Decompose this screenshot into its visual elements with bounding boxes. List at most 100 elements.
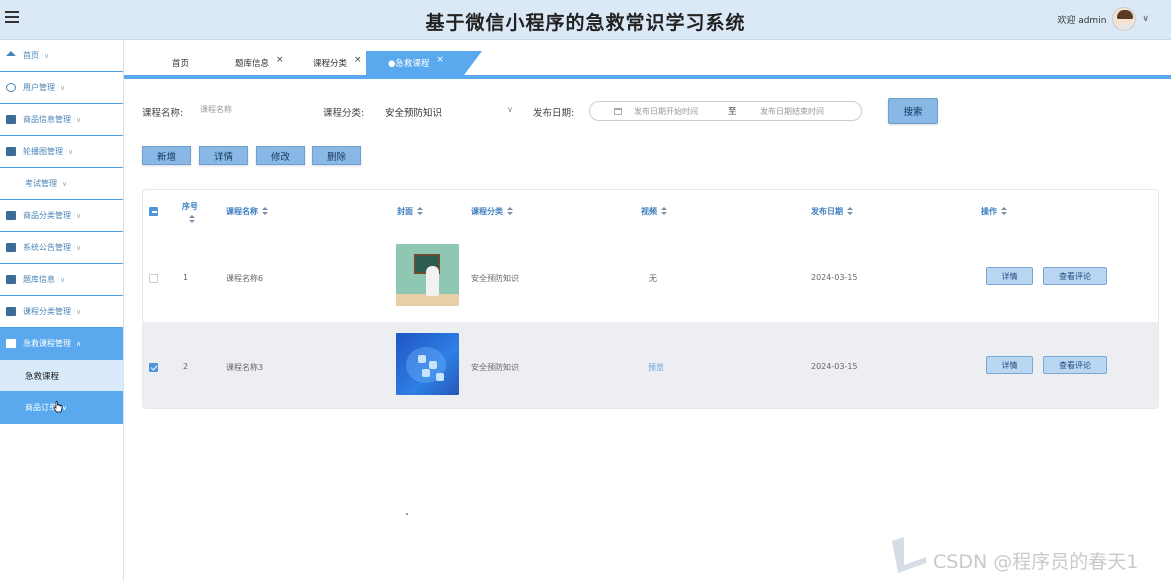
cover-illustration xyxy=(436,373,444,381)
row-checkbox[interactable] xyxy=(149,274,158,283)
select-all-checkbox[interactable] xyxy=(149,207,158,216)
video-preview-link[interactable]: 预览 xyxy=(648,362,664,373)
search-button[interactable]: 搜索 xyxy=(888,98,938,124)
detail-button[interactable]: 详情 xyxy=(199,146,248,165)
sidebar-item-course-categories[interactable]: 课程分类管理 ∨ xyxy=(0,296,123,328)
column-category[interactable]: 课程分类 xyxy=(471,206,513,217)
row-detail-button[interactable]: 详情 xyxy=(986,267,1033,285)
course-table: 序号 课程名称 封面 课程分类 视频 发布日期 操作 1 课程名称6 安全预防知… xyxy=(142,189,1159,409)
tab-first-aid-courses[interactable]: ●急救课程 × xyxy=(366,51,482,75)
column-video-label: 视频 xyxy=(641,207,657,216)
cover-image[interactable] xyxy=(396,333,459,395)
cell-name: 课程名称3 xyxy=(226,363,264,372)
sort-icon[interactable] xyxy=(189,215,195,223)
sidebar-item-users[interactable]: 用户管理 ∨ xyxy=(0,72,123,104)
image-icon xyxy=(6,147,16,156)
chevron-down-icon: ∨ xyxy=(44,51,50,60)
table-row[interactable]: 1 课程名称6 安全预防知识 无 2024-03-15 详情 查看评论 xyxy=(143,233,1158,321)
sidebar-item-label: 课程分类管理 xyxy=(23,307,71,316)
publish-date-range-input[interactable]: 发布日期开始时间 至 发布日期结束时间 xyxy=(589,101,862,121)
top-header: 基于微信小程序的急救常识学习系统 欢迎 admin ∨ xyxy=(0,0,1171,40)
sidebar-subitem-first-aid-course[interactable]: 急救课程 xyxy=(0,360,123,392)
chevron-down-icon: ∨ xyxy=(76,115,82,124)
cover-illustration xyxy=(422,369,430,377)
sidebar-item-announcements[interactable]: 系统公告管理 ∨ xyxy=(0,232,123,264)
cell-category: 安全预防知识 xyxy=(471,274,519,283)
tab-question-bank[interactable]: 题库信息 × xyxy=(235,51,284,75)
column-ops[interactable]: 操作 xyxy=(981,206,1007,217)
user-area[interactable]: 欢迎 admin ∨ xyxy=(1057,5,1149,33)
tab-course-categories[interactable]: 课程分类 × xyxy=(313,51,362,75)
row-detail-button[interactable]: 详情 xyxy=(986,356,1033,374)
table-icon xyxy=(6,339,16,348)
tab-underline xyxy=(124,75,1171,79)
cell-index: 2 xyxy=(183,362,189,371)
date-start-input[interactable]: 发布日期开始时间 xyxy=(634,106,698,117)
row-checkbox[interactable] xyxy=(149,363,158,372)
sidebar-item-label: 系统公告管理 xyxy=(23,243,71,252)
column-video[interactable]: 视频 xyxy=(641,206,667,217)
table-row[interactable]: 2 课程名称3 安全预防知识 预览 2024-03-15 详情 查看评论 xyxy=(143,322,1158,408)
sort-icon[interactable] xyxy=(262,207,268,215)
column-date[interactable]: 发布日期 xyxy=(811,206,853,217)
view-comments-button[interactable]: 查看评论 xyxy=(1043,356,1107,374)
sidebar-item-label: 急救课程 xyxy=(25,371,60,382)
sidebar-item-label: 商品信息管理 xyxy=(23,115,71,124)
tab-label: 课程分类 xyxy=(313,59,348,69)
column-index[interactable]: 序号 xyxy=(182,200,198,226)
course-category-select[interactable]: 安全预防知识 ∨ xyxy=(385,105,513,119)
tab-home[interactable]: 首页 xyxy=(172,51,189,75)
home-icon xyxy=(6,51,16,56)
cover-illustration xyxy=(418,355,426,363)
sidebar-item-products[interactable]: 商品信息管理 ∨ xyxy=(0,104,123,136)
column-cover[interactable]: 封面 xyxy=(397,206,423,217)
chevron-down-icon[interactable]: ∨ xyxy=(1142,14,1149,24)
sidebar-item-first-aid-courses[interactable]: 急救课程管理 ∧ xyxy=(0,328,123,360)
sidebar: 首页 ∨ 用户管理 ∨ 商品信息管理 ∨ 轮播图管理 ∨ 考试管理 ∨ 商品分类… xyxy=(0,40,124,581)
edit-button[interactable]: 修改 xyxy=(256,146,305,165)
cell-category: 安全预防知识 xyxy=(471,363,519,372)
avatar[interactable] xyxy=(1112,7,1137,31)
watermark: CSDN @程序员的春天1 xyxy=(933,551,1139,573)
column-name[interactable]: 课程名称 xyxy=(226,206,268,217)
cell-date: 2024-03-15 xyxy=(811,273,858,282)
sort-icon[interactable] xyxy=(661,207,667,215)
tab-label: 首页 xyxy=(172,59,190,69)
add-button[interactable]: 新增 xyxy=(142,146,191,165)
sidebar-item-exams[interactable]: 考试管理 ∨ xyxy=(0,168,123,200)
column-ops-label: 操作 xyxy=(981,207,997,216)
sidebar-item-home[interactable]: 首页 ∨ xyxy=(0,40,123,72)
book-icon xyxy=(6,275,16,284)
close-icon[interactable]: × xyxy=(354,55,362,65)
chevron-down-icon: ∨ xyxy=(76,307,82,316)
search-form: 课程名称: 课程名称 课程分类: 安全预防知识 ∨ 发布日期: 发布日期开始时间… xyxy=(142,98,962,124)
view-comments-button[interactable]: 查看评论 xyxy=(1043,267,1107,285)
hand-cursor-icon xyxy=(53,401,63,413)
user-icon xyxy=(6,83,16,92)
calendar-icon xyxy=(614,108,622,115)
sidebar-item-carousel[interactable]: 轮播图管理 ∨ xyxy=(0,136,123,168)
chevron-down-icon: ∨ xyxy=(68,147,74,156)
tab-bar: 首页 题库信息 × 课程分类 × ●急救课程 × xyxy=(124,49,1171,79)
sidebar-item-orders[interactable]: 商品订单 ∨ xyxy=(0,392,123,424)
sidebar-item-product-categories[interactable]: 商品分类管理 ∨ xyxy=(0,200,123,232)
course-name-input[interactable]: 课程名称 xyxy=(200,104,300,115)
course-category-value: 安全预防知识 xyxy=(385,108,443,119)
table-header: 序号 课程名称 封面 课程分类 视频 发布日期 操作 xyxy=(143,190,1158,233)
sort-icon[interactable] xyxy=(847,207,853,215)
delete-button[interactable]: 删除 xyxy=(312,146,361,165)
welcome-text: 欢迎 admin xyxy=(1057,15,1107,26)
column-category-label: 课程分类 xyxy=(471,207,503,216)
sort-icon[interactable] xyxy=(507,207,513,215)
sidebar-item-label: 考试管理 xyxy=(25,179,57,188)
sidebar-item-label: 商品分类管理 xyxy=(23,211,71,220)
cover-image[interactable] xyxy=(396,244,459,306)
sort-icon[interactable] xyxy=(1001,207,1007,215)
sidebar-item-question-bank[interactable]: 题库信息 ∨ xyxy=(0,264,123,296)
close-icon[interactable]: × xyxy=(436,55,444,65)
sort-icon[interactable] xyxy=(417,207,423,215)
course-category-label: 课程分类: xyxy=(323,108,365,119)
close-icon[interactable]: × xyxy=(276,55,284,65)
tag-icon xyxy=(6,307,16,316)
date-end-input[interactable]: 发布日期结束时间 xyxy=(760,106,824,117)
